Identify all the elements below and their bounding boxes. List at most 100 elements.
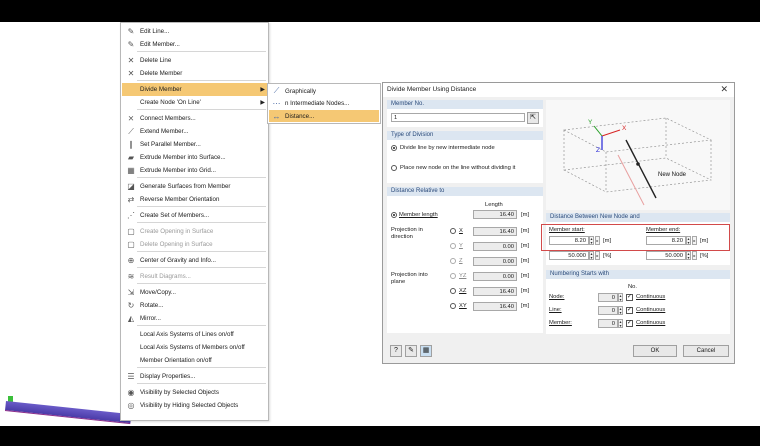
menu-item-divide-member[interactable]: Divide Member ▶ [122,83,267,96]
menu-item-local-axis-systems-of-members-on-off[interactable]: Local Axis Systems of Members on/off [122,341,267,354]
menu-item-edit-line[interactable]: ✎ Edit Line... [122,25,267,38]
member-no-input[interactable]: 1 [391,113,525,122]
display-properties-icon: ☰ [127,372,135,381]
projplane-unit: [m] [521,288,530,294]
menu-item-center-of-gravity-and-info[interactable]: ⊕ Center of Gravity and Info... [122,254,267,267]
menu-item-connect-members[interactable]: ⨯ Connect Members... [122,112,267,125]
menu-item-create-set-of-members[interactable]: ⋰ Create Set of Members... [122,209,267,222]
projdir-axis-label: Y [459,243,463,249]
start-pct-unit: [%] [603,253,612,259]
menu-item-set-parallel-member[interactable]: ∥ Set Parallel Member... [122,138,267,151]
type-division-label: Type of Division [391,132,434,138]
projplane-value: 16.40 [473,302,517,311]
projdir-radio-y[interactable] [450,243,456,249]
menu-item-extrude-member-into-grid[interactable]: ▦ Extrude Member into Grid... [122,164,267,177]
menu-item-label: Rotate... [140,302,164,309]
start-pct-arrow[interactable]: ▸ [595,251,600,260]
projplane-radio-xz[interactable] [450,288,456,294]
menu-item-delete-opening-in-surface: ▢ Delete Opening in Surface [122,238,267,251]
selected-member-graphic[interactable] [4,401,132,425]
rotate-icon: ↻ [127,301,135,310]
projection-direction-label: Projection in direction [391,227,423,240]
menu-item-label: Divide Member [140,86,182,93]
numbering-spinner[interactable]: ▴ ▾ [618,293,623,302]
numbering-value-input: 0 [598,319,618,328]
numbering-spinner[interactable]: ▴ ▾ [618,319,623,328]
member-length-radio[interactable] [391,212,397,218]
menu-separator [137,222,266,223]
menu-item-label: Result Diagrams... [140,273,191,280]
member-length-label: Member length [399,212,438,218]
menu-item-display-properties[interactable]: ☰ Display Properties... [122,370,267,383]
menu-item-delete-member[interactable]: ✕ Delete Member [122,67,267,80]
generate-surfaces-icon: ◪ [127,182,135,191]
submenu-arrow-icon: ▶ [260,100,265,106]
menu-item-generate-surfaces-from-member[interactable]: ◪ Generate Surfaces from Member [122,180,267,193]
end-pct-spinner[interactable]: ▴ ▾ [686,251,691,260]
menu-item-move-copy[interactable]: ⇲ Move/Copy... [122,286,267,299]
distance-relative-group: Distance Relative to Length Member lengt… [387,187,543,333]
projplane-value: 16.40 [473,287,517,296]
menu-item-label: Create Opening in Surface [140,228,214,235]
ok-button[interactable]: OK [633,345,677,357]
menu-item-local-axis-systems-of-lines-on-off[interactable]: Local Axis Systems of Lines on/off [122,328,267,341]
menu-item-label: Extrude Member into Grid... [140,167,216,174]
projplane-axis-label: YZ [459,273,467,279]
submenu-item-distance[interactable]: ↔ Distance... [269,110,379,122]
submenu-item-label: Distance... [285,112,315,120]
start-pct-spinner[interactable]: ▴ ▾ [589,251,594,260]
menu-item-member-orientation-on-off[interactable]: Member Orientation on/off [122,354,267,367]
extrude-grid-icon: ▦ [127,166,135,175]
distance-highlight-frame [541,224,730,251]
menu-item-rotate[interactable]: ↻ Rotate... [122,299,267,312]
divide-line-radio[interactable] [391,145,397,151]
place-node-radio[interactable] [391,165,397,171]
menu-item-extrude-member-into-surface[interactable]: ▰ Extrude Member into Surface... [122,151,267,164]
graphically-icon: ⟋ [273,86,280,95]
end-pct-arrow[interactable]: ▸ [692,251,697,260]
view-icon[interactable]: ▦ [420,345,432,357]
divide-line-label: Divide line by new intermediate node [400,145,495,151]
projplane-radio-xy[interactable] [450,303,456,309]
menu-item-extend-member[interactable]: ⟋ Extend Member... [122,125,267,138]
menu-item-mirror[interactable]: ◭ Mirror... [122,312,267,325]
pick-member-icon[interactable]: ⇱ [527,112,539,124]
connect-members-icon: ⨯ [127,114,135,123]
menu-item-label: Move/Copy... [140,289,176,296]
cancel-button[interactable]: Cancel [683,345,729,357]
menu-item-label: Reverse Member Orientation [140,196,220,203]
reverse-orientation-icon: ⇄ [127,195,135,204]
continuous-checkbox[interactable]: ✓ [626,307,633,314]
menu-separator [137,383,266,384]
menu-item-delete-line[interactable]: ✕ Delete Line [122,54,267,67]
continuous-checkbox[interactable]: ✓ [626,294,633,301]
submenu-item-n-intermediate-nodes[interactable]: ⋯ n Intermediate Nodes... [269,98,379,110]
projdir-unit: [m] [521,228,530,234]
numbering-row-label: Member: [549,320,572,326]
menu-item-create-node-on-line[interactable]: Create Node 'On Line' ▶ [122,96,267,109]
menu-item-visibility-by-hiding-selected-objects[interactable]: ◎ Visibility by Hiding Selected Objects [122,399,267,412]
edit-icon[interactable]: ✎ [405,345,417,357]
numbering-spinner[interactable]: ▴ ▾ [618,306,623,315]
menu-item-reverse-member-orientation[interactable]: ⇄ Reverse Member Orientation [122,193,267,206]
menu-item-label: Create Set of Members... [140,212,210,219]
help-icon[interactable]: ? [390,345,402,357]
menu-item-visibility-by-selected-objects[interactable]: ◉ Visibility by Selected Objects [122,386,267,399]
continuous-checkbox[interactable]: ✓ [626,320,633,327]
menu-item-edit-member[interactable]: ✎ Edit Member... [122,38,267,51]
extrude-surface-icon: ▰ [127,153,135,162]
projdir-radio-x[interactable] [450,228,456,234]
menu-separator [137,267,266,268]
member-start-pct-input[interactable]: 50.000 [549,251,589,260]
menu-separator [137,177,266,178]
projdir-radio-z[interactable] [450,258,456,264]
member-end-pct-input[interactable]: 50.000 [646,251,686,260]
menu-icon-spacer [125,85,137,95]
top-black-bar [0,0,760,22]
submenu-item-graphically[interactable]: ⟋ Graphically [269,85,379,97]
projdir-axis-label: Z [459,258,463,264]
projplane-radio-yz[interactable] [450,273,456,279]
close-icon[interactable]: ✕ [720,84,728,95]
menu-item-label: Visibility by Selected Objects [140,389,219,396]
menu-icon-spacer [125,356,137,366]
